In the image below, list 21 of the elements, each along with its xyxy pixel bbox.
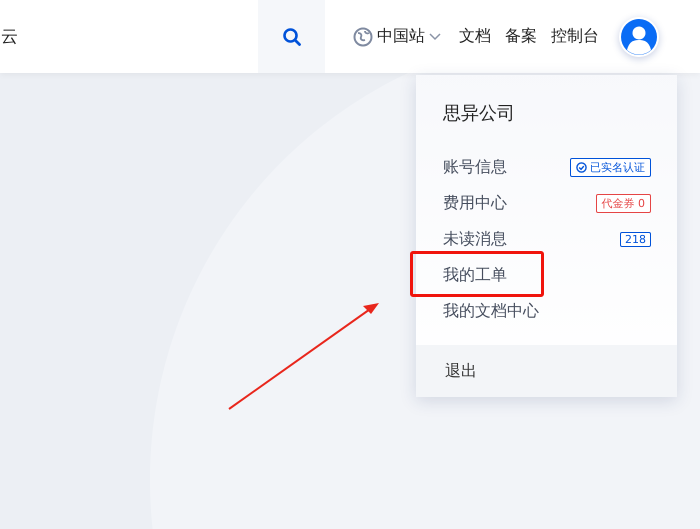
chevron-down-icon	[429, 32, 441, 40]
search-icon	[282, 26, 302, 46]
verified-badge: 已实名认证	[570, 158, 651, 176]
coupon-badge: 代金券 0	[596, 194, 651, 212]
company-name: 思异公司	[443, 102, 516, 125]
avatar-button[interactable]	[619, 16, 659, 56]
brand-text: 云	[1, 26, 19, 48]
logout-link[interactable]: 退出	[445, 360, 477, 382]
region-selector[interactable]: 中国站	[353, 26, 441, 47]
menu-item[interactable]: 费用中心	[443, 192, 507, 214]
search-button[interactable]	[258, 0, 325, 73]
user-avatar-icon	[621, 18, 657, 54]
menu-item[interactable]: 我的文档中心	[443, 300, 539, 322]
menu-item[interactable]: 未读消息	[443, 228, 507, 250]
menu-item[interactable]: 账号信息	[443, 156, 507, 178]
globe-icon	[353, 26, 373, 46]
menu-item[interactable]: 我的工单	[443, 264, 507, 286]
nav-link[interactable]: 控制台	[551, 26, 599, 47]
nav-link[interactable]: 备案	[505, 26, 537, 47]
message-count-badge: 218	[620, 232, 651, 246]
nav-link[interactable]: 文档	[459, 26, 491, 47]
